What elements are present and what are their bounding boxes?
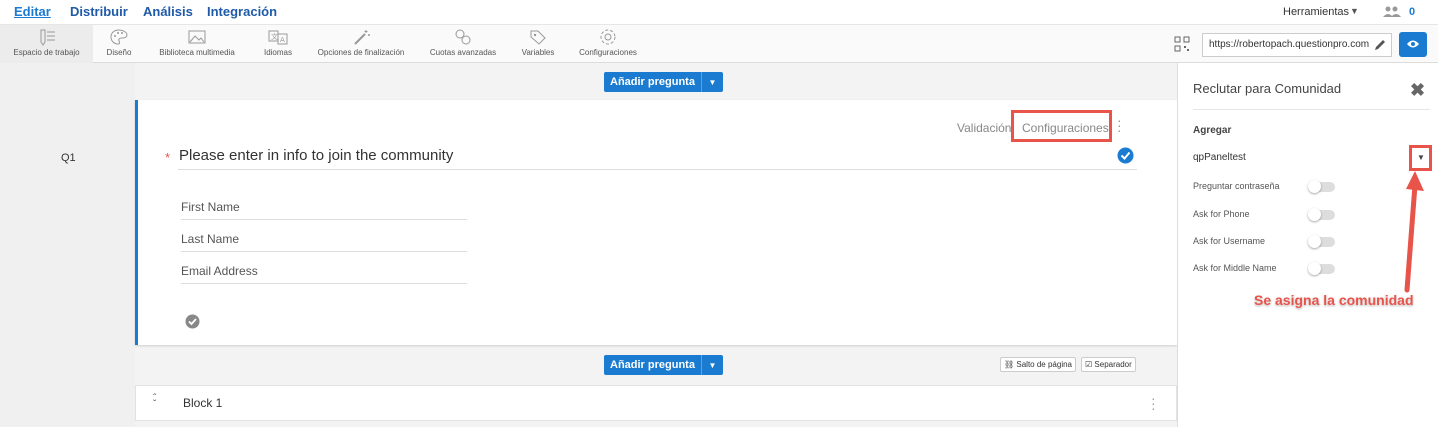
add-question-label: Añadir pregunta <box>610 359 695 371</box>
first-name-field[interactable]: First Name <box>181 195 467 220</box>
check-circle-icon[interactable] <box>1117 147 1134 164</box>
option-label: Preguntar contraseña <box>1193 181 1280 191</box>
tool-label: Espacio de trabajo <box>13 48 80 57</box>
more-options-icon[interactable]: · · · <box>1117 113 1123 137</box>
tag-icon <box>530 30 546 45</box>
nav-distribuir[interactable]: Distribuir <box>70 4 128 19</box>
ask-username-toggle[interactable] <box>1308 235 1335 248</box>
divider <box>1193 109 1430 110</box>
chevron-down-icon: ▼ <box>1417 153 1425 162</box>
add-question-label: Añadir pregunta <box>610 76 695 88</box>
gear-icon <box>600 29 616 45</box>
validation-link[interactable]: Validación <box>957 121 1011 135</box>
pencil-icon[interactable] <box>1373 38 1387 52</box>
panel-title: Reclutar para Comunidad <box>1193 81 1342 96</box>
nav-editar[interactable]: Editar <box>14 4 51 19</box>
tool-variables[interactable]: Variables <box>518 25 558 63</box>
tool-finish-options[interactable]: Opciones de finalización <box>315 25 407 63</box>
eye-icon <box>1407 40 1419 48</box>
question-title[interactable]: Please enter in info to join the communi… <box>179 147 453 164</box>
settings-link[interactable]: Configuraciones <box>1011 110 1112 142</box>
ask-password-toggle[interactable] <box>1308 180 1335 193</box>
option-label: Ask for Middle Name <box>1193 263 1277 273</box>
tool-languages[interactable]: 文A Idiomas <box>258 25 298 63</box>
email-address-field[interactable]: Email Address <box>181 259 467 284</box>
tool-advanced-quotas[interactable]: Cuotas avanzadas <box>429 25 497 63</box>
image-icon <box>188 30 206 44</box>
more-options-icon[interactable]: · · · <box>1151 391 1156 415</box>
collapse-icon[interactable]: ˆˇ <box>153 394 156 410</box>
required-marker: * <box>165 150 171 165</box>
annotation-text: Se asigna la comunidad <box>1254 292 1414 308</box>
editor-toolbar: Espacio de trabajo Diseño Biblioteca mul… <box>0 25 1438 63</box>
tool-label: Biblioteca multimedia <box>159 48 235 57</box>
palette-icon <box>110 29 128 45</box>
tool-label: Cuotas avanzadas <box>429 48 497 57</box>
ask-middle-name-toggle[interactable] <box>1308 262 1335 275</box>
link-icon <box>455 29 471 45</box>
selected-panel[interactable]: qpPaneltest <box>1193 152 1246 163</box>
separator-label: Separador <box>1094 360 1132 369</box>
chevron-down-icon[interactable]: ▼ <box>700 355 723 375</box>
option-label: Ask for Username <box>1193 236 1266 246</box>
tools-menu[interactable]: Herramientas <box>1283 6 1349 18</box>
collaborators-icon[interactable] <box>1382 5 1402 19</box>
preview-button[interactable] <box>1399 32 1427 57</box>
block-row[interactable]: ˆˇ Block 1 · · · <box>135 385 1177 421</box>
nav-integracion[interactable]: Integración <box>207 4 277 19</box>
option-label: Ask for Phone <box>1193 209 1250 219</box>
last-name-field[interactable]: Last Name <box>181 227 467 252</box>
survey-url-field[interactable]: https://robertopach.questionpro.com <box>1202 33 1392 57</box>
language-icon: 文A <box>268 30 288 45</box>
svg-text:文: 文 <box>271 32 278 41</box>
annotation-arrow <box>1404 171 1424 293</box>
page-break-button[interactable]: ⛓ Salto de página <box>1000 357 1076 372</box>
tool-workspace[interactable]: Espacio de trabajo <box>0 25 93 63</box>
top-navigation: Editar Distribuir Análisis Integración H… <box>0 0 1438 25</box>
close-icon[interactable]: ✖ <box>1410 80 1425 101</box>
question-number: Q1 <box>61 152 76 164</box>
tool-label: Idiomas <box>263 48 292 57</box>
chevron-down-icon[interactable]: ▼ <box>1350 6 1359 16</box>
settings-link-label: Configuraciones <box>1022 121 1109 135</box>
tool-label: Diseño <box>106 48 132 57</box>
tool-media-library[interactable]: Biblioteca multimedia <box>155 25 239 63</box>
tool-label: Variables <box>521 48 555 57</box>
qr-code-icon[interactable] <box>1174 36 1190 52</box>
nav-analisis[interactable]: Análisis <box>143 4 193 19</box>
checkbox-icon: ☑ <box>1085 360 1093 369</box>
workspace-icon <box>40 29 55 46</box>
add-label: Agregar <box>1193 125 1232 136</box>
collaborators-count[interactable]: 0 <box>1409 6 1415 18</box>
link-icon: ⛓ <box>1004 360 1015 369</box>
block-name[interactable]: Block 1 <box>183 396 222 410</box>
add-question-button-bottom[interactable]: Añadir pregunta ▼ <box>604 355 723 375</box>
add-question-button[interactable]: Añadir pregunta ▼ <box>604 72 723 92</box>
divider <box>178 169 1137 170</box>
verified-badge-icon[interactable] <box>185 314 200 329</box>
page-break-label: Salto de página <box>1016 360 1072 369</box>
tool-settings[interactable]: Configuraciones <box>577 25 639 63</box>
chevron-down-icon[interactable]: ▼ <box>700 72 723 92</box>
magic-wand-icon <box>354 30 370 45</box>
tool-design[interactable]: Diseño <box>99 25 139 63</box>
svg-text:A: A <box>280 36 285 44</box>
question-gutter: Q1 <box>0 63 135 427</box>
question-card[interactable]: Validación Configuraciones · · · * Please … <box>135 100 1177 345</box>
ask-phone-toggle[interactable] <box>1308 208 1335 221</box>
tool-label: Opciones de finalización <box>317 48 405 57</box>
tool-label: Configuraciones <box>579 48 637 57</box>
separator-button[interactable]: ☑ Separador <box>1081 357 1136 372</box>
